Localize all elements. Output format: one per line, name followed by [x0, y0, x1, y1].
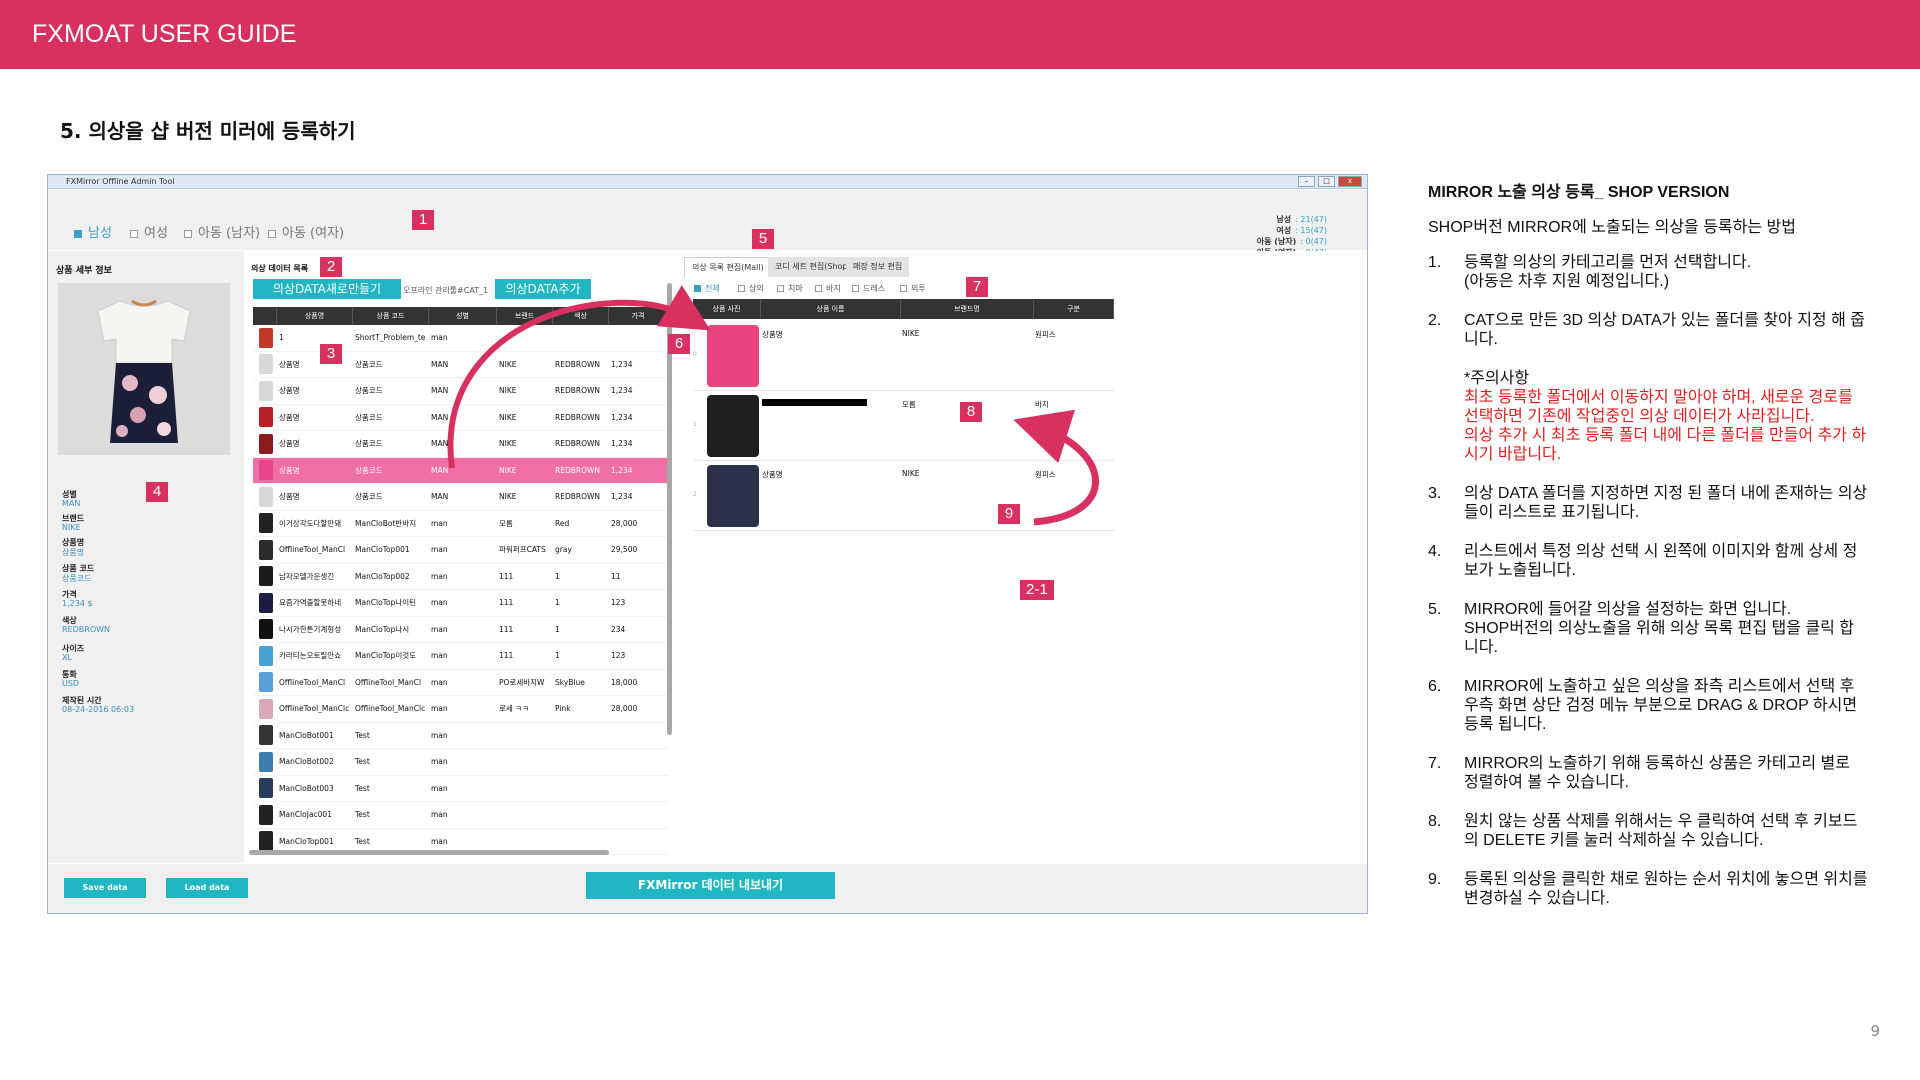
step-number: 4.: [1428, 543, 1442, 560]
step-text: 등록된 의상을 클릭한 채로 원하는 순서 위치에 놓으면 위치를 변경하실 수…: [1464, 870, 1868, 908]
guide-step: 4. 리스트에서 특정 의상 선택 시 왼쪽에 이미지와 함께 상세 정보가 노출…: [1428, 542, 1868, 580]
step-text: MIRROR에 들어갈 의상을 설정하는 화면 입니다. SHOP버전의 의상노출…: [1464, 600, 1868, 657]
step-number: 1.: [1428, 254, 1442, 271]
step-line: (아동은 차후 지원 예정입니다.): [1464, 273, 1670, 290]
callout-badge: 1: [412, 210, 434, 230]
caution-text: 의상 추가 시 최초 등록 폴더 내에 다른 폴더를 만들어 추가 하시기 바랍…: [1464, 427, 1867, 463]
step-text: MIRROR의 노출하기 위해 등록하신 상품은 카테고리 별로 정렬하여 볼 …: [1464, 754, 1868, 792]
callout-badge: 2-1: [1020, 580, 1054, 600]
step-line: MIRROR에 들어갈 의상을 설정하는 화면 입니다.: [1464, 601, 1792, 618]
guide-step: 7. MIRROR의 노출하기 위해 등록하신 상품은 카테고리 별로 정렬하여 …: [1428, 754, 1868, 792]
guide-title: MIRROR 노출 의상 등록_ SHOP VERSION: [1428, 184, 1730, 201]
step-number: 6.: [1428, 678, 1442, 695]
step-number: 8.: [1428, 813, 1442, 830]
reorder-arrow: [1013, 409, 1099, 526]
callout-badge: 4: [146, 482, 168, 502]
guide-page: FXMOAT USER GUIDE 5. 의상을 샵 버전 미러에 등록하기 F…: [0, 0, 1920, 1080]
callout-badge: 8: [960, 402, 982, 422]
step-text: CAT으로 만든 3D 의상 DATA가 있는 폴더를 찾아 지정 해 줍니다.…: [1464, 311, 1868, 464]
step-number: 7.: [1428, 755, 1442, 772]
guide-step: 9. 등록된 의상을 클릭한 채로 원하는 순서 위치에 놓으면 위치를 변경하실…: [1428, 870, 1868, 908]
step-line: 등록할 의상의 카테고리를 먼저 선택합니다.: [1464, 254, 1752, 271]
step-text: MIRROR에 노출하고 싶은 의상을 좌측 리스트에서 선택 후 우측 화면 …: [1464, 677, 1868, 734]
step-number: 9.: [1428, 871, 1442, 888]
step-text: 등록할 의상의 카테고리를 먼저 선택합니다. (아동은 차후 지원 예정입니다.…: [1464, 253, 1868, 291]
callout-badge: 6: [668, 334, 690, 354]
caution-heading: *주의사항: [1464, 370, 1530, 387]
guide-step: 8. 원치 않는 상품 삭제를 위해서는 우 클릭하여 선택 후 키보드의 DEL…: [1428, 812, 1868, 850]
caution-text: 최초 등록한 폴더에서 이동하지 말아야 하며, 새로운 경로를 선택하면 기존…: [1464, 389, 1853, 425]
step-line: SHOP버전의 의상노출을 위해 의상 목록 편집 탭을 클릭 합니다.: [1464, 620, 1855, 656]
callout-badge: 3: [320, 344, 342, 364]
step-line: 등록된 의상을 클릭한 채로 원하는 순서 위치에 놓으면 위치를 변경하실 수…: [1464, 871, 1868, 907]
step-line: CAT으로 만든 3D 의상 DATA가 있는 폴더를 찾아 지정 해 줍니다.: [1464, 312, 1865, 348]
drag-arrow: [447, 285, 711, 469]
step-line: MIRROR에 노출하고 싶은 의상을 좌측 리스트에서 선택 후 우측 화면 …: [1464, 678, 1858, 733]
step-number: 5.: [1428, 601, 1442, 618]
guide-step: 1. 등록할 의상의 카테고리를 먼저 선택합니다. (아동은 차후 지원 예정입니…: [1428, 253, 1868, 291]
guide-steps: 1. 등록할 의상의 카테고리를 먼저 선택합니다. (아동은 차후 지원 예정입니…: [1428, 253, 1868, 908]
callout-badge: 7: [966, 277, 988, 297]
callout-badge: 2: [320, 257, 342, 277]
guide-step: 5. MIRROR에 들어갈 의상을 설정하는 화면 입니다. SHOP버전의 의상…: [1428, 600, 1868, 657]
step-text: 원치 않는 상품 삭제를 위해서는 우 클릭하여 선택 후 키보드의 DELET…: [1464, 812, 1868, 850]
callout-badge: 9: [998, 504, 1020, 524]
step-number: 2.: [1428, 312, 1442, 329]
page-number: 9: [1870, 1022, 1880, 1040]
guide-step: 3. 의상 DATA 폴더를 지정하면 지정 된 폴더 내에 존재하는 의상들이 …: [1428, 484, 1868, 522]
step-line: 원치 않는 상품 삭제를 위해서는 우 클릭하여 선택 후 키보드의 DELET…: [1464, 813, 1858, 849]
step-text: 의상 DATA 폴더를 지정하면 지정 된 폴더 내에 존재하는 의상들이 리스…: [1464, 484, 1868, 522]
callout-badge: 5: [752, 229, 774, 249]
step-line: 의상 DATA 폴더를 지정하면 지정 된 폴더 내에 존재하는 의상들이 리스…: [1464, 485, 1868, 521]
step-text: 리스트에서 특정 의상 선택 시 왼쪽에 이미지와 함께 상세 정보가 노출됩니…: [1464, 542, 1868, 580]
step-line: 리스트에서 특정 의상 선택 시 왼쪽에 이미지와 함께 상세 정보가 노출됩니…: [1464, 543, 1858, 579]
guide-text: MIRROR 노출 의상 등록_ SHOP VERSION SHOP버전 MIR…: [1428, 183, 1868, 928]
guide-intro: SHOP버전 MIRROR에 노출되는 의상을 등록하는 방법: [1428, 219, 1796, 236]
guide-step: 6. MIRROR에 노출하고 싶은 의상을 좌측 리스트에서 선택 후 우측 화…: [1428, 677, 1868, 734]
step-number: 3.: [1428, 485, 1442, 502]
step-line: MIRROR의 노출하기 위해 등록하신 상품은 카테고리 별로 정렬하여 볼 …: [1464, 755, 1850, 791]
guide-step: 2. CAT으로 만든 3D 의상 DATA가 있는 폴더를 찾아 지정 해 줍니…: [1428, 311, 1868, 464]
